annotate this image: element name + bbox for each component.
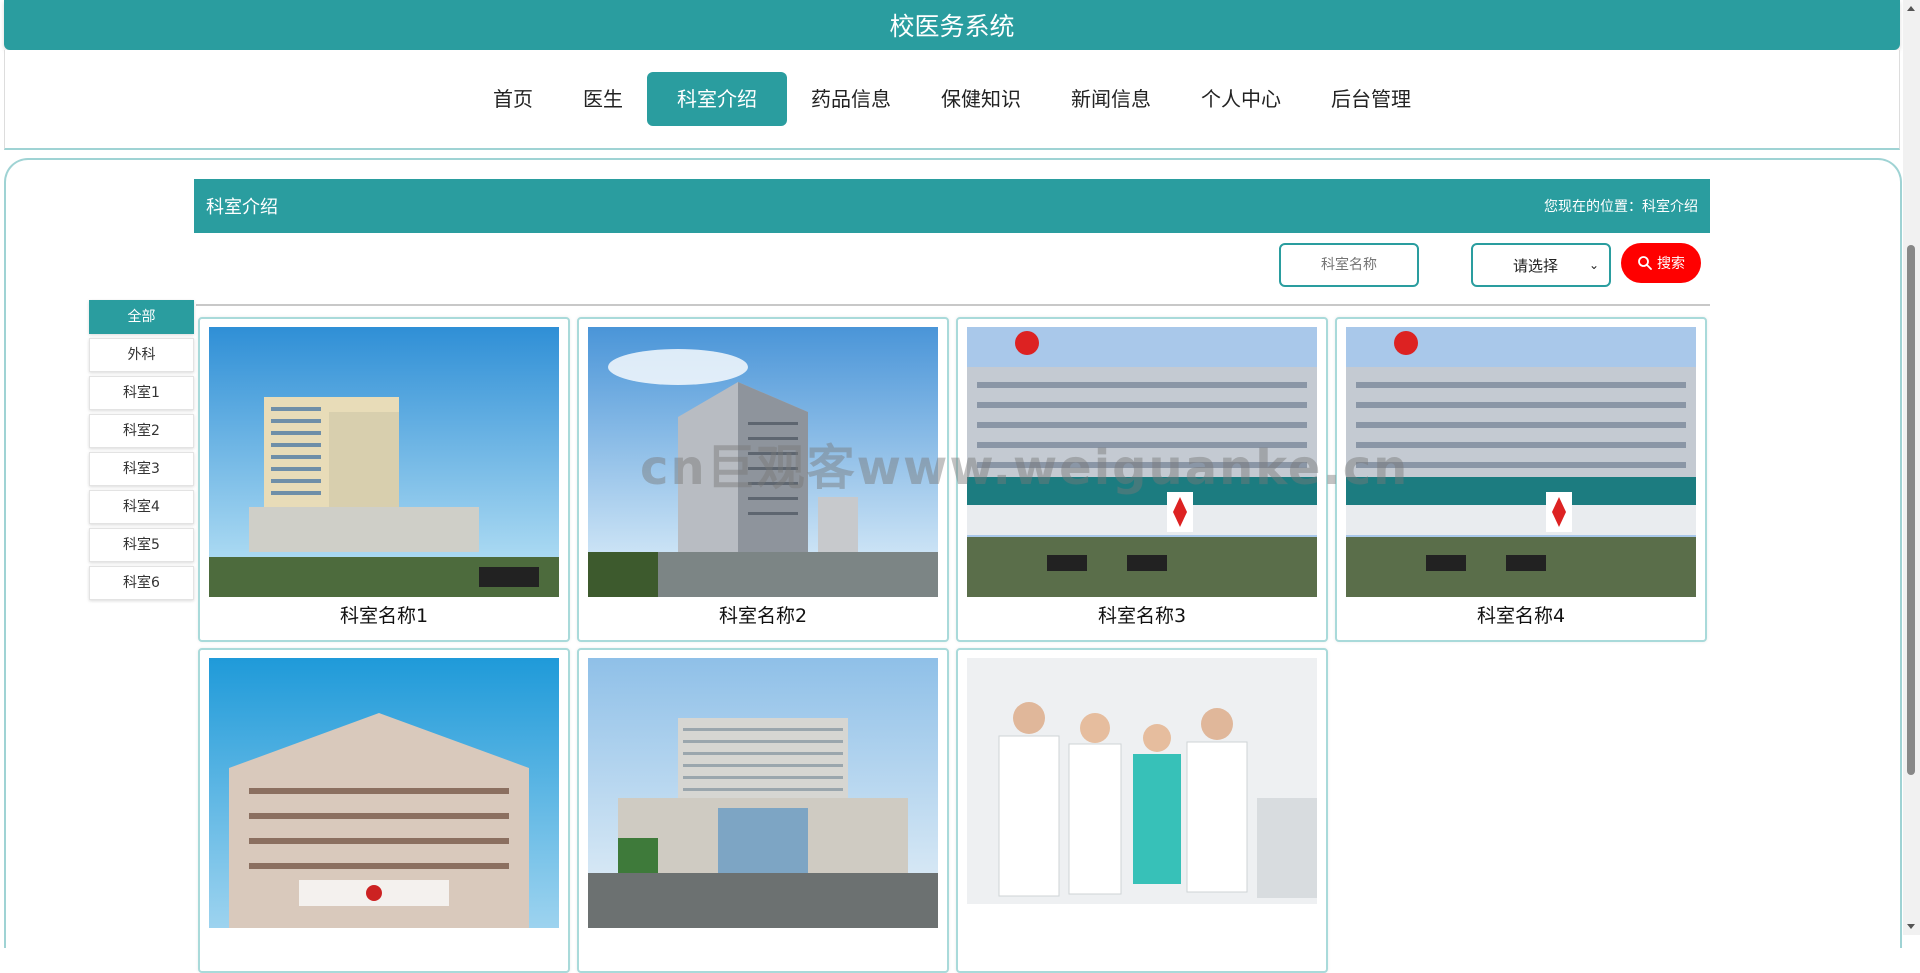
breadcrumb: 您现在的位置：科室介绍 (1544, 199, 1698, 215)
sidebar-item-dept1[interactable]: 科室1 (89, 376, 194, 410)
nav-personal-center[interactable]: 个人中心 (1175, 72, 1307, 126)
sidebar-item-dept4[interactable]: 科室4 (89, 490, 194, 524)
search-button-label: 搜索 (1657, 256, 1685, 272)
category-select[interactable]: 请选择 ⌄ (1471, 243, 1611, 287)
search-input[interactable] (1279, 243, 1419, 287)
nav-health-knowledge[interactable]: 保健知识 (915, 72, 1047, 126)
nav-news[interactable]: 新闻信息 (1045, 72, 1177, 126)
department-name: 科室名称3 (1097, 605, 1187, 627)
nav-medicine[interactable]: 药品信息 (785, 72, 917, 126)
department-card[interactable] (577, 648, 949, 973)
watermark: cn巨观客www.weiguanke.cn (640, 440, 1410, 496)
sidebar-item-dept3[interactable]: 科室3 (89, 452, 194, 486)
search-icon (1638, 256, 1652, 270)
nav-home[interactable]: 首页 (467, 72, 559, 126)
page-scrollbar[interactable] (1903, 0, 1920, 935)
main-nav: 首页 医生 科室介绍 药品信息 保健知识 新闻信息 个人中心 后台管理 (4, 50, 1900, 150)
nav-admin[interactable]: 后台管理 (1305, 72, 1437, 126)
department-name: 科室名称2 (718, 605, 808, 627)
department-card[interactable] (956, 648, 1328, 973)
app-title: 校医务系统 (889, 12, 1015, 41)
department-image[interactable] (209, 658, 559, 928)
department-image[interactable] (967, 658, 1317, 928)
scroll-down-icon[interactable] (1907, 924, 1915, 929)
select-value: 请选择 (1513, 256, 1559, 275)
nav-department[interactable]: 科室介绍 (647, 72, 787, 126)
divider (196, 304, 1710, 306)
sidebar-item-dept5[interactable]: 科室5 (89, 528, 194, 562)
scroll-up-icon[interactable] (1907, 6, 1915, 11)
sidebar-item-all[interactable]: 全部 (89, 300, 194, 334)
sidebar-item-dept2[interactable]: 科室2 (89, 414, 194, 448)
category-sidebar: 全部 外科 科室1 科室2 科室3 科室4 科室5 科室6 (89, 300, 194, 604)
nav-doctor[interactable]: 医生 (557, 72, 649, 126)
department-card[interactable]: 科室名称1 (198, 317, 570, 642)
department-name: 科室名称1 (339, 605, 429, 627)
department-image[interactable] (588, 658, 938, 928)
app-header: 校医务系统 (4, 0, 1900, 50)
scrollbar-thumb[interactable] (1907, 245, 1915, 775)
section-header: 科室介绍 您现在的位置：科室介绍 (194, 179, 1710, 233)
search-button[interactable]: 搜索 (1621, 243, 1701, 283)
chevron-down-icon: ⌄ (1588, 258, 1599, 272)
department-image[interactable] (209, 327, 559, 597)
section-title: 科室介绍 (206, 197, 278, 218)
sidebar-item-surgery[interactable]: 外科 (89, 338, 194, 372)
department-card[interactable] (198, 648, 570, 973)
department-name: 科室名称4 (1476, 605, 1566, 627)
sidebar-item-dept6[interactable]: 科室6 (89, 566, 194, 600)
